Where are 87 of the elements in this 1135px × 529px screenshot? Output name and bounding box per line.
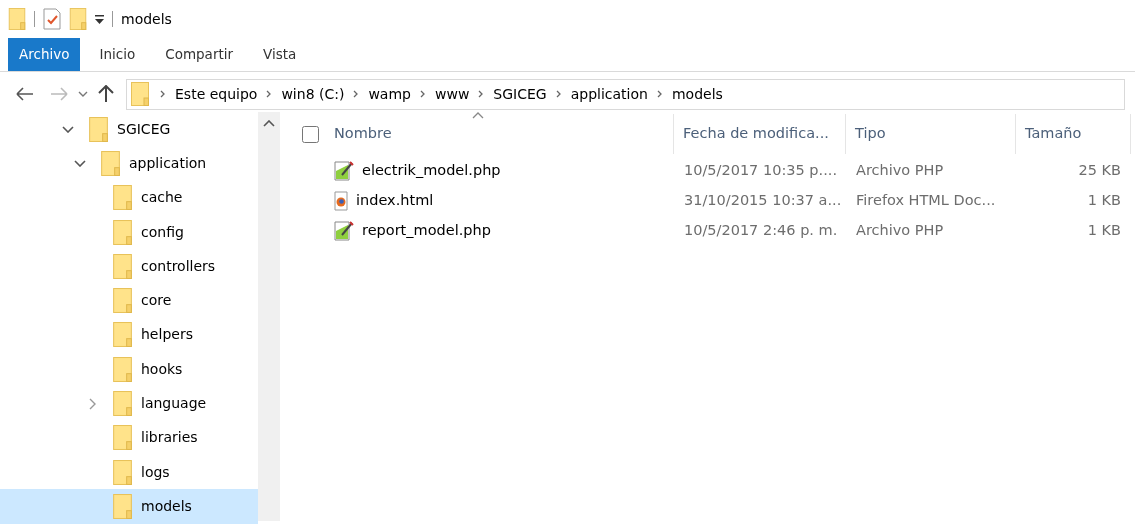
- folder-icon: [113, 356, 132, 382]
- ribbon-tab[interactable]: Vista: [252, 38, 308, 71]
- column-header[interactable]: Tamaño: [1016, 114, 1131, 154]
- breadcrumb-item[interactable]: application: [566, 83, 652, 105]
- scroll-up-icon: [263, 120, 275, 127]
- file-date: 31/10/2015 10:37 a...: [684, 192, 842, 209]
- file-type: Firefox HTML Doc...: [856, 192, 996, 209]
- up-arrow-icon: [98, 85, 114, 103]
- chevron-down-icon: [78, 91, 88, 97]
- folder-icon: [89, 116, 108, 142]
- folder-icon: [113, 322, 132, 348]
- breadcrumb-item[interactable]: SGICEG: [489, 83, 551, 105]
- forward-arrow-icon: [50, 87, 68, 101]
- tree-label: cache: [141, 188, 183, 208]
- tree-item[interactable]: logs: [0, 454, 258, 490]
- folder-icon: [113, 391, 132, 416]
- file-date: 10/5/2017 10:35 p....: [684, 162, 837, 179]
- tree-item[interactable]: hooks: [0, 352, 258, 387]
- ribbon-tab[interactable]: Archivo: [8, 38, 81, 71]
- folder-icon: [101, 150, 120, 176]
- folder-icon: [131, 82, 149, 106]
- file-edit-icon: [334, 221, 354, 241]
- folder-icon: [113, 185, 132, 211]
- folder-icon: [113, 288, 132, 314]
- tree-item[interactable]: config: [0, 214, 258, 250]
- html-file-icon: [334, 191, 348, 211]
- chevron-right-icon: [656, 90, 663, 98]
- chevron-right-icon: [478, 90, 485, 98]
- tree-item[interactable]: helpers: [0, 317, 258, 353]
- new-folder-icon: [69, 8, 87, 30]
- chevron-right-icon: [420, 90, 426, 98]
- ribbon-tab[interactable]: Compartir: [154, 38, 245, 71]
- file-size: 1 KB: [1087, 222, 1121, 239]
- folder-icon: [113, 253, 132, 279]
- folder-icon: [113, 459, 132, 485]
- file-name[interactable]: report_model.php: [362, 220, 491, 242]
- file-size: 1 KB: [1087, 192, 1121, 209]
- tree-label: config: [141, 222, 184, 242]
- window-title: models: [121, 9, 172, 29]
- tree-item[interactable]: language: [0, 386, 258, 421]
- chevron-right-icon: [353, 90, 360, 98]
- folder-icon: [113, 219, 132, 245]
- tree-item[interactable]: models: [0, 489, 258, 524]
- tree-item[interactable]: cache: [0, 180, 258, 215]
- file-edit-icon: [334, 161, 354, 181]
- tree-label: core: [141, 291, 172, 311]
- tree-item[interactable]: core: [0, 283, 258, 318]
- file-name[interactable]: index.html: [356, 190, 434, 212]
- tree-label: logs: [141, 462, 170, 482]
- tree-label: language: [141, 394, 207, 413]
- breadcrumb-item[interactable]: models: [667, 83, 727, 105]
- tree-item[interactable]: application: [0, 146, 258, 181]
- file-size: 25 KB: [1078, 162, 1121, 179]
- tree-label: helpers: [141, 325, 193, 345]
- file-type: Archivo PHP: [856, 222, 944, 239]
- properties-icon: [43, 8, 61, 30]
- chevron-right-icon: [266, 90, 273, 98]
- dropdown-icon: [95, 14, 104, 24]
- tree-item[interactable]: libraries: [0, 420, 258, 455]
- tree-item[interactable]: controllers: [0, 249, 258, 284]
- chevron-right-icon: [160, 90, 166, 98]
- ribbon-tab[interactable]: Inicio: [88, 38, 147, 71]
- tree-label: controllers: [141, 256, 216, 276]
- column-header[interactable]: Tipo: [846, 114, 1016, 154]
- address-bar[interactable]: Este equipo win8 (C:) wamp www SGICEG application models: [126, 78, 1125, 110]
- tree-label: SGICEG: [117, 119, 171, 139]
- back-arrow-icon: [16, 87, 34, 101]
- folder-icon: [113, 493, 132, 519]
- tree-item[interactable]: SGICEG: [0, 112, 258, 147]
- file-name[interactable]: electrik_model.php: [362, 160, 501, 182]
- scrollbar[interactable]: [258, 112, 280, 521]
- breadcrumb-item[interactable]: Este equipo: [171, 83, 262, 105]
- folder-icon: [8, 8, 26, 30]
- folder-icon: [113, 425, 132, 451]
- column-header[interactable]: Fecha de modifica...: [674, 114, 846, 154]
- tree-label: models: [141, 496, 192, 516]
- breadcrumb-item[interactable]: wamp: [364, 83, 415, 105]
- breadcrumb-item[interactable]: www: [431, 83, 474, 105]
- file-date: 10/5/2017 2:46 p. m.: [684, 222, 838, 239]
- breadcrumb-item[interactable]: win8 (C:): [277, 83, 349, 105]
- chevron-right-icon: [555, 90, 562, 98]
- column-header[interactable]: Nombre: [325, 114, 674, 154]
- checkbox[interactable]: [302, 125, 319, 143]
- tree-label: hooks: [141, 359, 183, 379]
- tree-label: application: [129, 153, 207, 173]
- tree-label: libraries: [141, 428, 198, 448]
- file-type: Archivo PHP: [856, 162, 944, 179]
